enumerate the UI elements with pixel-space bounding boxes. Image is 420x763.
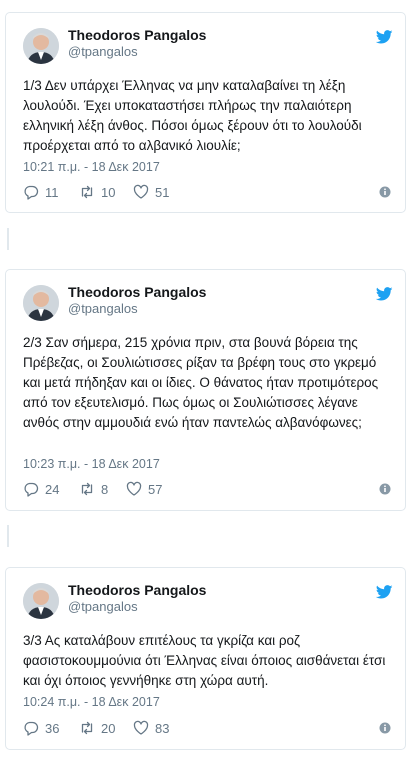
thread-divider xyxy=(7,228,9,250)
author-name[interactable]: Theodoros Pangalos xyxy=(68,284,206,300)
twitter-bird-icon[interactable] xyxy=(376,585,393,599)
tweet-text: 1/3 Δεν υπάρχει Έλληνας να μην καταλαβαί… xyxy=(23,78,362,153)
like-count: 51 xyxy=(155,184,170,200)
like-count: 57 xyxy=(148,481,163,497)
tweet-timestamp[interactable]: 10:21 π.μ. - 18 Δεκ 2017 xyxy=(23,160,160,174)
avatar-photo xyxy=(23,583,59,619)
author-handle[interactable]: @tpangalos xyxy=(68,599,138,614)
tweet-text: 3/3 Ας καταλάβουν επιτέλους τα γκρίζα κα… xyxy=(23,633,386,688)
retweet-count: 20 xyxy=(101,720,116,736)
retweet-button[interactable]: 10 xyxy=(79,184,115,200)
retweet-count: 8 xyxy=(101,481,109,497)
tweet-card[interactable]: Theodoros Pangalos @tpangalos 3/3 Ας κατ… xyxy=(5,567,406,750)
heart-icon xyxy=(126,481,142,496)
author-handle[interactable]: @tpangalos xyxy=(68,301,138,316)
twitter-bird-icon[interactable] xyxy=(376,30,393,44)
retweet-button[interactable]: 8 xyxy=(79,481,108,497)
tweet-actions: 11 10 51 xyxy=(23,184,391,204)
reply-count: 11 xyxy=(45,184,59,200)
tweet-actions: 24 8 57 xyxy=(23,481,391,501)
info-icon[interactable] xyxy=(379,483,391,495)
avatar[interactable] xyxy=(23,583,59,619)
reply-button[interactable]: 11 xyxy=(23,184,59,200)
avatar-photo xyxy=(23,28,59,64)
reply-icon xyxy=(24,482,39,497)
retweet-icon xyxy=(81,482,93,496)
reply-button[interactable]: 24 xyxy=(23,481,59,497)
tweet-timestamp[interactable]: 10:23 π.μ. - 18 Δεκ 2017 xyxy=(23,457,160,471)
tweet-actions: 36 20 83 xyxy=(23,720,391,740)
author-name[interactable]: Theodoros Pangalos xyxy=(68,27,206,43)
author-name[interactable]: Theodoros Pangalos xyxy=(68,582,206,598)
thread-divider xyxy=(7,525,9,547)
tweet-timestamp[interactable]: 10:24 π.μ. - 18 Δεκ 2017 xyxy=(23,695,160,709)
heart-icon xyxy=(133,720,149,735)
avatar[interactable] xyxy=(23,285,59,321)
avatar[interactable] xyxy=(23,28,59,64)
like-button[interactable]: 83 xyxy=(133,720,169,736)
avatar-photo xyxy=(23,285,59,321)
tweet-card[interactable]: Theodoros Pangalos @tpangalos 2/3 Σαν σή… xyxy=(5,269,406,511)
reply-count: 36 xyxy=(45,720,60,736)
reply-icon xyxy=(24,721,39,736)
reply-count: 24 xyxy=(45,481,60,497)
tweet-text: 2/3 Σαν σήμερα, 215 χρόνια πριν, στα βου… xyxy=(23,335,379,430)
tweet-card[interactable]: Theodoros Pangalos @tpangalos 1/3 Δεν υπ… xyxy=(5,12,406,213)
twitter-bird-icon[interactable] xyxy=(376,287,393,301)
like-button[interactable]: 51 xyxy=(133,184,169,200)
reply-icon xyxy=(24,185,39,200)
retweet-button[interactable]: 20 xyxy=(79,720,115,736)
retweet-count: 10 xyxy=(101,184,116,200)
info-icon[interactable] xyxy=(379,186,391,198)
retweet-icon xyxy=(81,721,93,735)
author-handle[interactable]: @tpangalos xyxy=(68,44,138,59)
info-icon[interactable] xyxy=(379,722,391,734)
heart-icon xyxy=(133,184,149,199)
reply-button[interactable]: 36 xyxy=(23,720,59,736)
like-button[interactable]: 57 xyxy=(126,481,162,497)
like-count: 83 xyxy=(155,720,170,736)
retweet-icon xyxy=(81,185,93,199)
